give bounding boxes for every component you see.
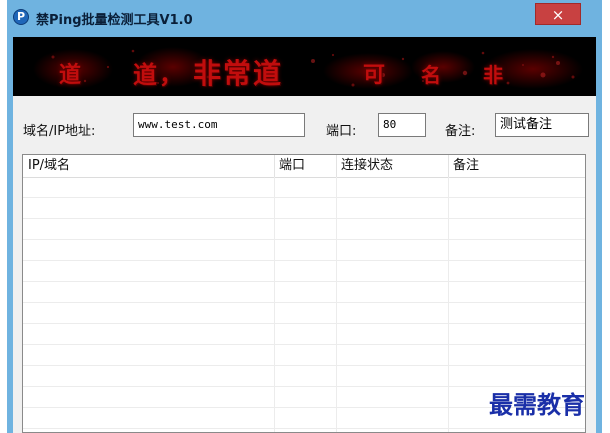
banner-segment: 名: [421, 63, 443, 87]
client-area: 道 道， 非常道 可 名 非 域名/IP地址: www.test.com 端口:…: [13, 37, 596, 433]
table-row[interactable]: [23, 240, 585, 261]
column-header-port[interactable]: 端口: [274, 155, 336, 177]
remark-label: 备注:: [445, 124, 476, 139]
table-row[interactable]: [23, 177, 585, 198]
watermark-text: 最需教育: [489, 390, 585, 419]
close-button[interactable]: ×: [535, 3, 581, 25]
domain-input[interactable]: www.test.com: [133, 113, 305, 137]
banner-segment: 非: [483, 63, 505, 87]
table-row[interactable]: [23, 219, 585, 240]
banner-segment: 道，: [133, 60, 185, 89]
column-header-host[interactable]: IP/域名: [23, 155, 274, 177]
remark-input[interactable]: 测试备注: [495, 113, 589, 137]
table-row[interactable]: [23, 303, 585, 324]
table-row[interactable]: [23, 366, 585, 387]
column-grid-line: [448, 177, 449, 432]
main-window: P 禁Ping批量检测工具V1.0 × 道 道， 非常道 可 名 非 域名/IP…: [7, 0, 602, 433]
port-input[interactable]: 80: [378, 113, 426, 137]
title-bar[interactable]: P 禁Ping批量检测工具V1.0 ×: [7, 0, 602, 33]
banner-segment: 非常道: [193, 57, 284, 90]
table-header: IP/域名 端口 连接状态 备注: [23, 155, 585, 178]
app-logo-icon: P: [13, 9, 29, 25]
port-label: 端口:: [326, 124, 357, 139]
table-row[interactable]: [23, 198, 585, 219]
window-title: 禁Ping批量检测工具V1.0: [36, 13, 193, 28]
column-header-remark[interactable]: 备注: [448, 155, 585, 177]
column-grid-line: [274, 177, 275, 432]
column-grid-line: [336, 177, 337, 432]
banner-segment: 可: [363, 62, 388, 88]
table-row[interactable]: [23, 261, 585, 282]
table-row[interactable]: [23, 282, 585, 303]
banner-image: 道 道， 非常道 可 名 非: [13, 37, 596, 96]
domain-label: 域名/IP地址:: [23, 124, 96, 139]
banner-text: 道 道， 非常道 可 名 非: [13, 37, 596, 96]
table-row[interactable]: [23, 324, 585, 345]
column-header-status[interactable]: 连接状态: [336, 155, 448, 177]
banner-segment: 道: [59, 62, 84, 88]
table-row[interactable]: [23, 345, 585, 366]
